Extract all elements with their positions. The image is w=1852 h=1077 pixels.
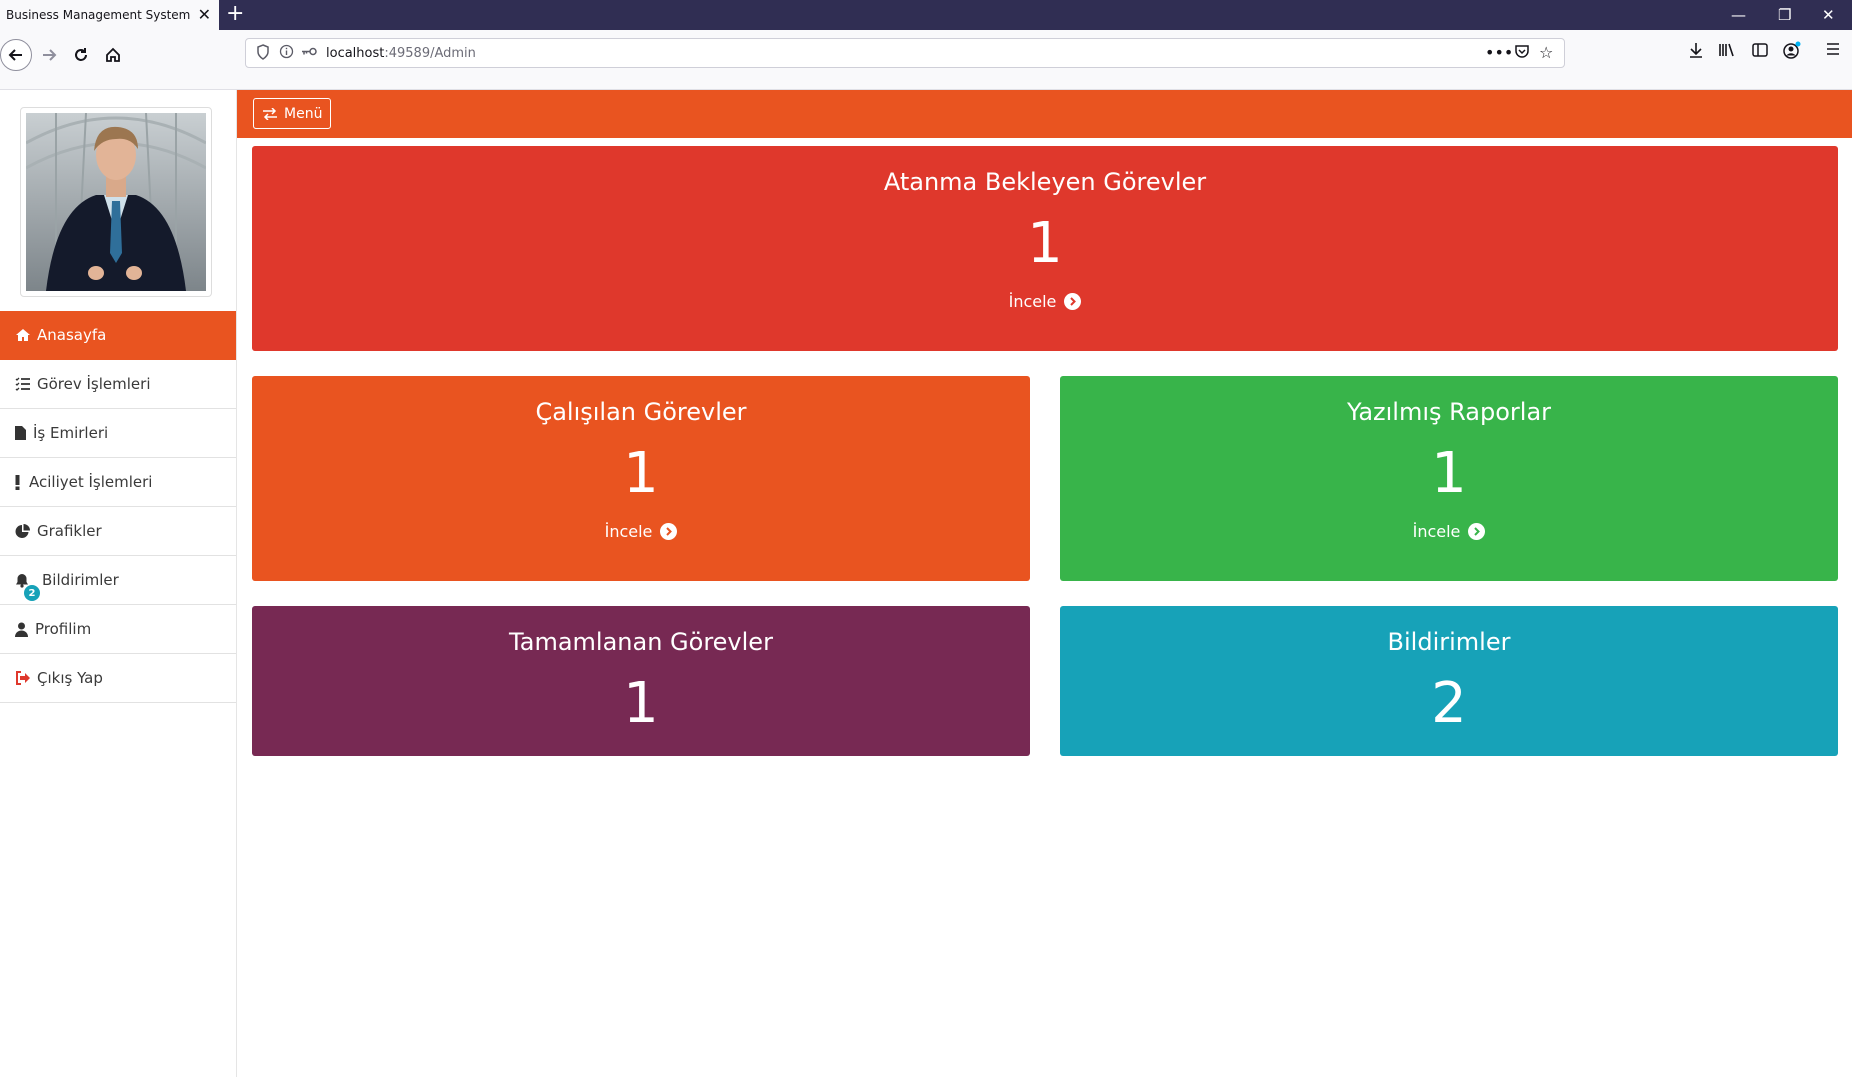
back-button[interactable]: [0, 39, 32, 71]
reload-icon: [75, 48, 87, 61]
bookmark-star-icon[interactable]: ☆: [1539, 43, 1553, 62]
new-tab-icon[interactable]: +: [226, 1, 244, 27]
profile-photo: [26, 113, 206, 291]
key-icon[interactable]: [300, 44, 318, 63]
home-button[interactable]: [97, 39, 129, 71]
tasks-icon: [15, 377, 37, 391]
tab-title: Business Management System: [6, 8, 191, 22]
menu-toggle-label: Menü: [284, 105, 323, 122]
arrow-left-icon: [8, 49, 22, 61]
user-icon: [15, 622, 35, 637]
inspect-link-label: İncele: [1412, 522, 1461, 541]
menu-toggle-button[interactable]: Menü: [253, 98, 332, 129]
library-icon[interactable]: [1718, 41, 1736, 64]
inspect-link[interactable]: İncele: [252, 522, 1030, 541]
url-path: :49589/Admin: [384, 46, 476, 61]
download-icon[interactable]: [1688, 41, 1704, 64]
card-working-tasks: Çalışılan Görevler 1 İncele: [252, 376, 1030, 581]
sidebar-item-is-emirleri[interactable]: İş Emirleri: [0, 409, 236, 458]
sidebar-item-bildirimler[interactable]: 2 Bildirimler: [0, 556, 236, 605]
pocket-icon[interactable]: [1514, 43, 1530, 63]
file-icon: [15, 426, 33, 440]
minimize-icon[interactable]: —: [1731, 5, 1746, 25]
card-count: 1: [1027, 211, 1063, 276]
browser-tab[interactable]: Business Management System ✕: [0, 0, 219, 30]
sidebar-item-label: Anasayfa: [37, 326, 107, 344]
sidebar-item-label: Görev İşlemleri: [37, 375, 151, 393]
restore-icon[interactable]: ❐: [1778, 5, 1791, 25]
sidebar-menu: Anasayfa Görev İşlemleri İş Emirleri Aci…: [0, 311, 236, 703]
card-title: Yazılmış Raporlar: [1346, 398, 1552, 426]
card-pending-tasks: Atanma Bekleyen Görevler 1 İncele: [252, 146, 1838, 351]
url-host: localhost: [326, 46, 385, 61]
inspect-link[interactable]: İncele: [252, 292, 1838, 311]
sidebar-item-label: Grafikler: [37, 522, 102, 540]
account-icon[interactable]: [1782, 41, 1802, 64]
sidebar-item-cikis-yap[interactable]: Çıkış Yap: [0, 654, 236, 703]
close-window-icon[interactable]: ✕: [1822, 5, 1835, 25]
more-actions-icon[interactable]: •••: [1485, 43, 1513, 62]
card-count: 1: [623, 441, 659, 506]
notification-badge: 2: [24, 585, 40, 601]
sidebar-item-label: Profilim: [35, 620, 92, 638]
profile-photo-frame: [20, 107, 212, 297]
sidebar-toggle-icon[interactable]: [1751, 41, 1769, 64]
inspect-link-label: İncele: [1008, 292, 1057, 311]
chevron-circle-right-icon: [1468, 523, 1486, 540]
sidebar-item-gorev-islemleri[interactable]: Görev İşlemleri: [0, 360, 236, 409]
browser-tab-bar: Business Management System ✕ + — ❐ ✕: [0, 0, 1852, 30]
shield-icon[interactable]: [256, 44, 270, 64]
info-icon[interactable]: [279, 44, 294, 63]
url-bar[interactable]: localhost:49589/Admin ••• ☆: [245, 38, 1565, 68]
sidebar-item-anasayfa[interactable]: Anasayfa: [0, 311, 236, 360]
hamburger-menu-icon[interactable]: [1825, 41, 1841, 62]
sidebar-item-aciliyet-islemleri[interactable]: Aciliyet İşlemleri: [0, 458, 236, 507]
sidebar-item-label: Çıkış Yap: [37, 669, 103, 687]
card-count: 1: [1431, 441, 1467, 506]
sidebar-item-label: İş Emirleri: [33, 424, 109, 442]
card-count: 2: [1431, 671, 1467, 736]
top-bar: Menü: [237, 90, 1852, 138]
url-text[interactable]: localhost:49589/Admin: [326, 46, 476, 61]
home-icon: [106, 47, 120, 62]
card-title: Çalışılan Görevler: [535, 398, 747, 426]
card-title: Bildirimler: [1387, 628, 1511, 656]
close-tab-icon[interactable]: ✕: [198, 5, 211, 25]
card-notifications: Bildirimler 2: [1060, 606, 1838, 756]
inspect-link-label: İncele: [604, 522, 653, 541]
forward-button[interactable]: [33, 39, 65, 71]
sidebar-item-label: Bildirimler: [42, 571, 119, 589]
card-title: Tamamlanan Görevler: [509, 628, 773, 656]
inspect-link[interactable]: İncele: [1060, 522, 1838, 541]
pie-chart-icon: [15, 523, 37, 539]
card-completed-tasks: Tamamlanan Görevler 1: [252, 606, 1030, 756]
exclamation-icon: [15, 474, 29, 490]
chevron-circle-right-icon: [1064, 293, 1082, 310]
arrow-right-icon: [43, 49, 57, 61]
browser-nav-bar: localhost:49589/Admin ••• ☆: [0, 30, 1852, 90]
chevron-circle-right-icon: [660, 523, 678, 540]
card-count: 1: [623, 671, 659, 736]
card-written-reports: Yazılmış Raporlar 1 İncele: [1060, 376, 1838, 581]
reload-button[interactable]: [65, 39, 97, 71]
sidebar-item-profilim[interactable]: Profilim: [0, 605, 236, 654]
sidebar-item-grafikler[interactable]: Grafikler: [0, 507, 236, 556]
exchange-icon: [263, 107, 277, 120]
sidebar-item-label: Aciliyet İşlemleri: [29, 473, 153, 491]
card-title: Atanma Bekleyen Görevler: [883, 168, 1207, 196]
home-icon: [15, 328, 37, 342]
sign-out-icon: [15, 671, 37, 685]
sidebar: Anasayfa Görev İşlemleri İş Emirleri Aci…: [0, 90, 237, 1077]
